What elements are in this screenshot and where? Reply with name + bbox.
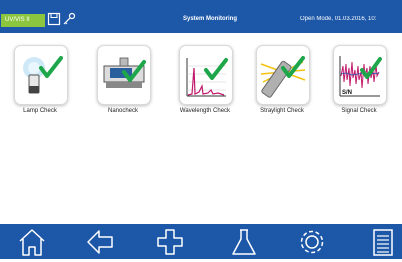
straylight-icon (260, 56, 306, 98)
wavelength-check-label: Wavelength Check (179, 108, 231, 114)
nanocheck-label: Nanocheck (107, 108, 139, 114)
status-text: Open Mode, 01.03.2016, 10: (300, 16, 377, 22)
lamp-check-tile[interactable] (14, 45, 68, 105)
document-list-icon[interactable] (367, 227, 397, 257)
sn-label: S/N (342, 90, 352, 96)
save-icon[interactable] (47, 12, 61, 26)
header-bar: UV/VIS II System Monitoring Open Mode, 0… (0, 0, 402, 33)
straylight-check-tile[interactable] (256, 45, 310, 105)
home-icon[interactable] (17, 227, 47, 257)
lamp-check-label: Lamp Check (23, 108, 57, 114)
nanocheck-icon (103, 57, 146, 88)
bottom-nav-bar (0, 224, 402, 259)
add-cross-icon[interactable] (155, 227, 185, 257)
settings-gear-icon[interactable] (297, 227, 327, 257)
spectrum-chart-icon (186, 58, 228, 97)
straylight-check-label: Straylight Check (260, 108, 304, 114)
back-arrow-icon[interactable] (85, 227, 115, 257)
page-title: System Monitoring (182, 16, 237, 22)
signal-check-tile[interactable]: S/N (333, 45, 387, 105)
key-icon[interactable] (62, 12, 76, 26)
signal-noise-icon: S/N (339, 56, 382, 97)
flask-icon[interactable] (229, 227, 259, 257)
wavelength-check-tile[interactable] (179, 45, 233, 105)
signal-check-label: Signal Check (341, 108, 377, 114)
mode-badge: UV/VIS II (1, 14, 45, 27)
nanocheck-tile[interactable] (97, 45, 151, 105)
lamp-icon (23, 56, 63, 94)
